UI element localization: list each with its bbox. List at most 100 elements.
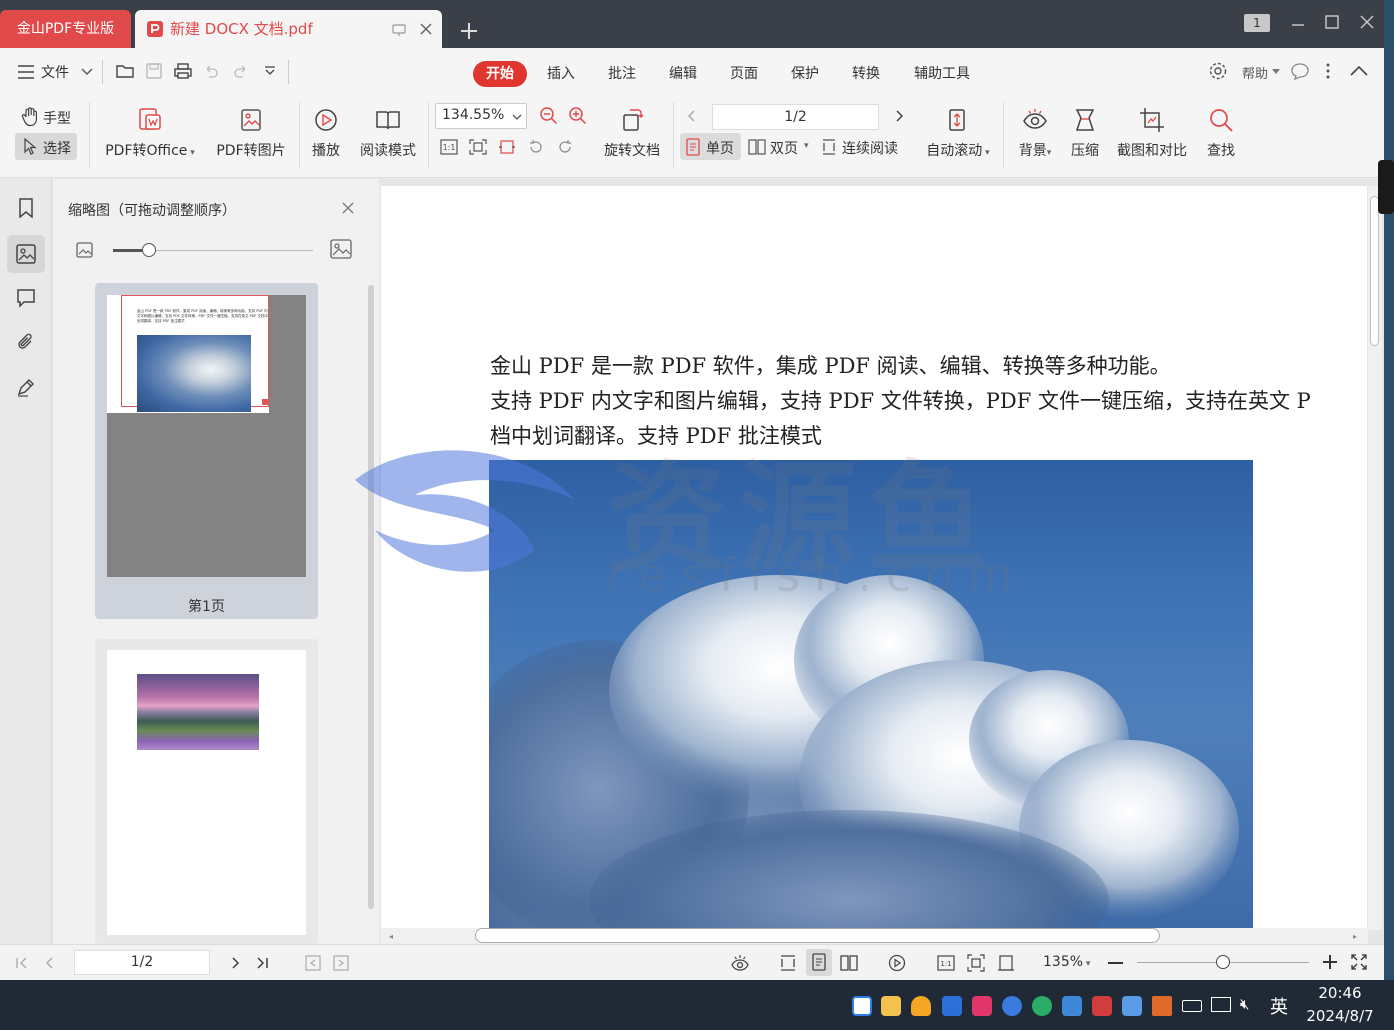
fullscreen-icon[interactable]	[1351, 954, 1367, 970]
page-number-input[interactable]: 1/2	[712, 104, 879, 130]
next-view-icon[interactable]	[333, 955, 349, 971]
find-button[interactable]: 查找	[1200, 106, 1242, 160]
play-button[interactable]: 播放	[305, 106, 347, 160]
monitor-app-icon[interactable]	[1092, 996, 1112, 1016]
double-page-button[interactable]: 双页 ▾	[747, 133, 813, 160]
tab-start[interactable]: 开始	[473, 61, 527, 87]
feedback-chat-icon[interactable]	[1290, 62, 1310, 80]
thumbnail-icon[interactable]	[7, 235, 45, 273]
chevron-down-icon[interactable]	[80, 66, 94, 78]
document-vertical-scrollbar[interactable]	[1368, 186, 1382, 930]
page-thumbnail-2[interactable]	[95, 639, 318, 944]
file-menu[interactable]: 文件	[41, 62, 69, 82]
floating-handle[interactable]	[1378, 160, 1394, 214]
speaker-red-icon[interactable]	[1152, 996, 1172, 1016]
play-slideshow-icon[interactable]	[888, 954, 906, 972]
auto-scroll-button[interactable]: 自动滚动 ▾	[918, 106, 998, 160]
small-thumbnail-icon[interactable]	[76, 242, 93, 258]
page-thumbnail-1[interactable]: 金山 PDF 是一款 PDF 软件，集成 PDF 阅读、编辑、转换等多种功能。支…	[95, 283, 318, 619]
zoom-minus-icon[interactable]	[1108, 962, 1123, 964]
zoom-in-icon[interactable]	[568, 106, 588, 126]
fit-page-status-icon[interactable]	[967, 954, 985, 972]
actual-size-icon[interactable]: 1:1	[440, 139, 458, 155]
print-icon[interactable]	[173, 62, 193, 80]
rotate-left-icon[interactable]	[527, 139, 545, 155]
single-page-button[interactable]: 单页	[680, 133, 741, 160]
cloud-drive-icon[interactable]	[1002, 996, 1022, 1016]
volume-muted-icon[interactable]: 🔇︎	[1240, 995, 1249, 1013]
continuous-view-icon[interactable]	[779, 954, 797, 972]
redo-icon[interactable]	[233, 63, 249, 79]
tab-assist-tools[interactable]: 辅助工具	[906, 61, 978, 87]
select-tool-button[interactable]: 选择	[15, 133, 77, 160]
screenshot-compare-button[interactable]: 截图和对比	[1112, 106, 1192, 160]
status-page-input[interactable]: 1/2	[74, 950, 210, 975]
double-page-view-icon[interactable]	[840, 954, 858, 972]
vertical-scroll-thumb[interactable]	[1370, 196, 1379, 346]
quick-access-dropdown-icon[interactable]	[263, 64, 277, 78]
minimize-icon[interactable]	[1288, 12, 1308, 32]
rotate-right-icon[interactable]	[556, 139, 574, 155]
thumbnail-scrollbar[interactable]	[368, 285, 374, 909]
zoom-level-dropdown[interactable]: 135% ▾	[1043, 954, 1090, 970]
scroll-left-arrow-icon[interactable]: ◂	[389, 932, 393, 941]
app-tab[interactable]: 金山PDF专业版	[0, 10, 131, 48]
continuous-read-button[interactable]: 连续阅读	[820, 133, 906, 160]
network-app-icon[interactable]	[1122, 996, 1142, 1016]
zoom-slider-handle[interactable]	[1216, 955, 1230, 969]
more-options-icon[interactable]	[1320, 62, 1336, 80]
window-counter-badge[interactable]: 1	[1244, 14, 1270, 32]
eye-protection-icon[interactable]	[730, 954, 750, 972]
large-thumbnail-icon[interactable]	[330, 239, 352, 259]
fit-width-status-icon[interactable]	[997, 954, 1015, 972]
cube-app-icon[interactable]	[942, 996, 962, 1016]
tab-annotate[interactable]: 批注	[601, 61, 643, 87]
pdf-to-image-button[interactable]: PDF转图片	[211, 106, 291, 160]
battery-icon[interactable]	[1182, 1000, 1202, 1012]
settings-gear-icon[interactable]	[1208, 61, 1228, 81]
fit-width-icon[interactable]	[498, 139, 516, 155]
attachment-icon[interactable]	[7, 323, 45, 361]
close-window-icon[interactable]	[1357, 12, 1377, 32]
last-page-icon[interactable]	[254, 955, 270, 971]
tab-page[interactable]: 页面	[723, 61, 765, 87]
slider-handle[interactable]	[142, 243, 156, 257]
tab-convert[interactable]: 转换	[845, 61, 887, 87]
previous-view-icon[interactable]	[305, 955, 321, 971]
collapse-ribbon-icon[interactable]	[1349, 63, 1369, 79]
thumbnail-size-slider[interactable]	[113, 243, 313, 257]
zoom-out-icon[interactable]	[539, 106, 559, 126]
single-page-view-icon[interactable]	[806, 949, 832, 976]
close-tab-icon[interactable]	[418, 21, 434, 37]
first-page-icon[interactable]	[14, 955, 30, 971]
maximize-icon[interactable]	[1322, 12, 1342, 32]
help-menu[interactable]: 帮助	[1242, 63, 1268, 82]
signature-pen-icon[interactable]	[7, 368, 45, 406]
open-folder-icon[interactable]	[115, 62, 135, 80]
new-tab-button[interactable]	[456, 18, 482, 44]
tab-protect[interactable]: 保护	[784, 61, 826, 87]
file-explorer-icon[interactable]	[881, 996, 901, 1016]
media-app-icon[interactable]	[972, 996, 992, 1016]
save-icon[interactable]	[145, 62, 163, 80]
previous-page-icon[interactable]	[684, 108, 700, 124]
hand-tool-button[interactable]: 手型	[15, 105, 77, 129]
document-horizontal-scrollbar[interactable]: ◂ ▸	[381, 928, 1368, 944]
wechat-icon[interactable]	[1032, 996, 1052, 1016]
rotate-document-button[interactable]: 旋转文档	[597, 106, 667, 160]
pin-tab-icon[interactable]	[391, 22, 407, 38]
next-page-icon[interactable]	[891, 108, 907, 124]
zoom-plus-icon[interactable]	[1322, 954, 1338, 970]
compress-button[interactable]: 压缩	[1064, 106, 1106, 160]
comment-icon[interactable]	[7, 279, 45, 317]
clock-date[interactable]: 2024/8/7	[1300, 1007, 1380, 1025]
actual-size-status-icon[interactable]: 1:1	[937, 954, 955, 972]
clock-time[interactable]: 20:46	[1300, 984, 1380, 1002]
tab-edit[interactable]: 编辑	[662, 61, 704, 87]
scroll-right-arrow-icon[interactable]: ▸	[1353, 932, 1357, 941]
fit-page-icon[interactable]	[469, 139, 487, 155]
zoom-slider[interactable]	[1137, 955, 1309, 969]
bookmark-icon[interactable]	[7, 189, 45, 227]
document-tab[interactable]: 新建 DOCX 文档.pdf	[135, 10, 442, 48]
background-button[interactable]: 背景▾	[1010, 106, 1060, 160]
